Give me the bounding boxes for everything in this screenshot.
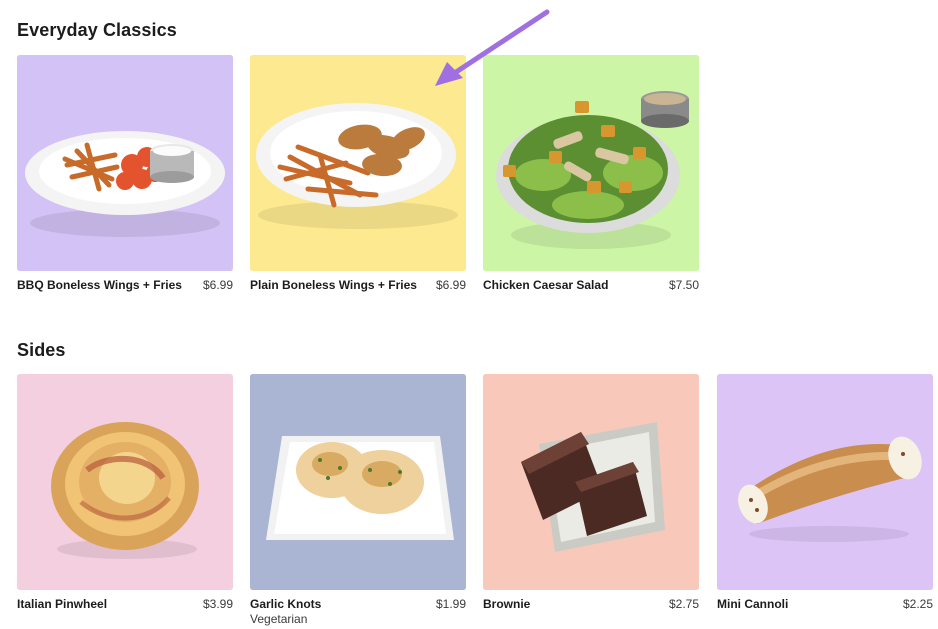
item-price: $6.99 [435, 278, 466, 292]
item-photo-bbq-wings[interactable] [17, 55, 233, 271]
item-photo-brownie[interactable] [483, 374, 699, 590]
item-name: Chicken Caesar Salad [483, 278, 609, 292]
item-price: $7.50 [668, 278, 699, 292]
item-photo-plain-wings[interactable] [250, 55, 466, 271]
item-dietary-tag: Vegetarian [250, 612, 308, 626]
item-photo-caesar-salad[interactable] [483, 55, 699, 271]
menu-item-garlic-knots[interactable]: Garlic Knots $1.99 Vegetarian [250, 374, 466, 626]
brownie-image [483, 374, 699, 590]
item-name: Italian Pinwheel [17, 597, 108, 611]
plain-wings-image [250, 55, 466, 271]
section-title-everyday-classics: Everyday Classics [17, 20, 177, 40]
item-price: $1.99 [435, 597, 466, 611]
item-price: $2.25 [902, 597, 933, 611]
item-name: Brownie [483, 597, 531, 611]
item-photo-mini-cannoli[interactable] [717, 374, 933, 590]
menu-item-chicken-caesar-salad[interactable]: Chicken Caesar Salad $7.50 [483, 55, 699, 292]
item-photo-italian-pinwheel[interactable] [17, 374, 233, 590]
menu-item-brownie[interactable]: Brownie $2.75 [483, 374, 699, 611]
menu-item-mini-cannoli[interactable]: Mini Cannoli $2.25 [717, 374, 933, 611]
menu-item-italian-pinwheel[interactable]: Italian Pinwheel $3.99 [17, 374, 233, 611]
item-price: $2.75 [668, 597, 699, 611]
bbq-wings-image [17, 55, 233, 271]
caesar-salad-image [483, 55, 699, 271]
item-photo-garlic-knots[interactable] [250, 374, 466, 590]
menu-item-bbq-boneless-wings[interactable]: BBQ Boneless Wings + Fries $6.99 [17, 55, 233, 292]
item-name: Mini Cannoli [717, 597, 789, 611]
item-name: BBQ Boneless Wings + Fries [17, 278, 182, 292]
item-name: Plain Boneless Wings + Fries [250, 278, 417, 292]
mini-cannoli-image [717, 374, 933, 590]
section-title-sides: Sides [17, 340, 66, 360]
italian-pinwheel-image [17, 374, 233, 590]
item-name: Garlic Knots [250, 597, 322, 611]
menu-item-plain-boneless-wings[interactable]: Plain Boneless Wings + Fries $6.99 [250, 55, 466, 292]
item-price: $3.99 [202, 597, 233, 611]
item-price: $6.99 [202, 278, 233, 292]
garlic-knots-image [250, 374, 466, 590]
